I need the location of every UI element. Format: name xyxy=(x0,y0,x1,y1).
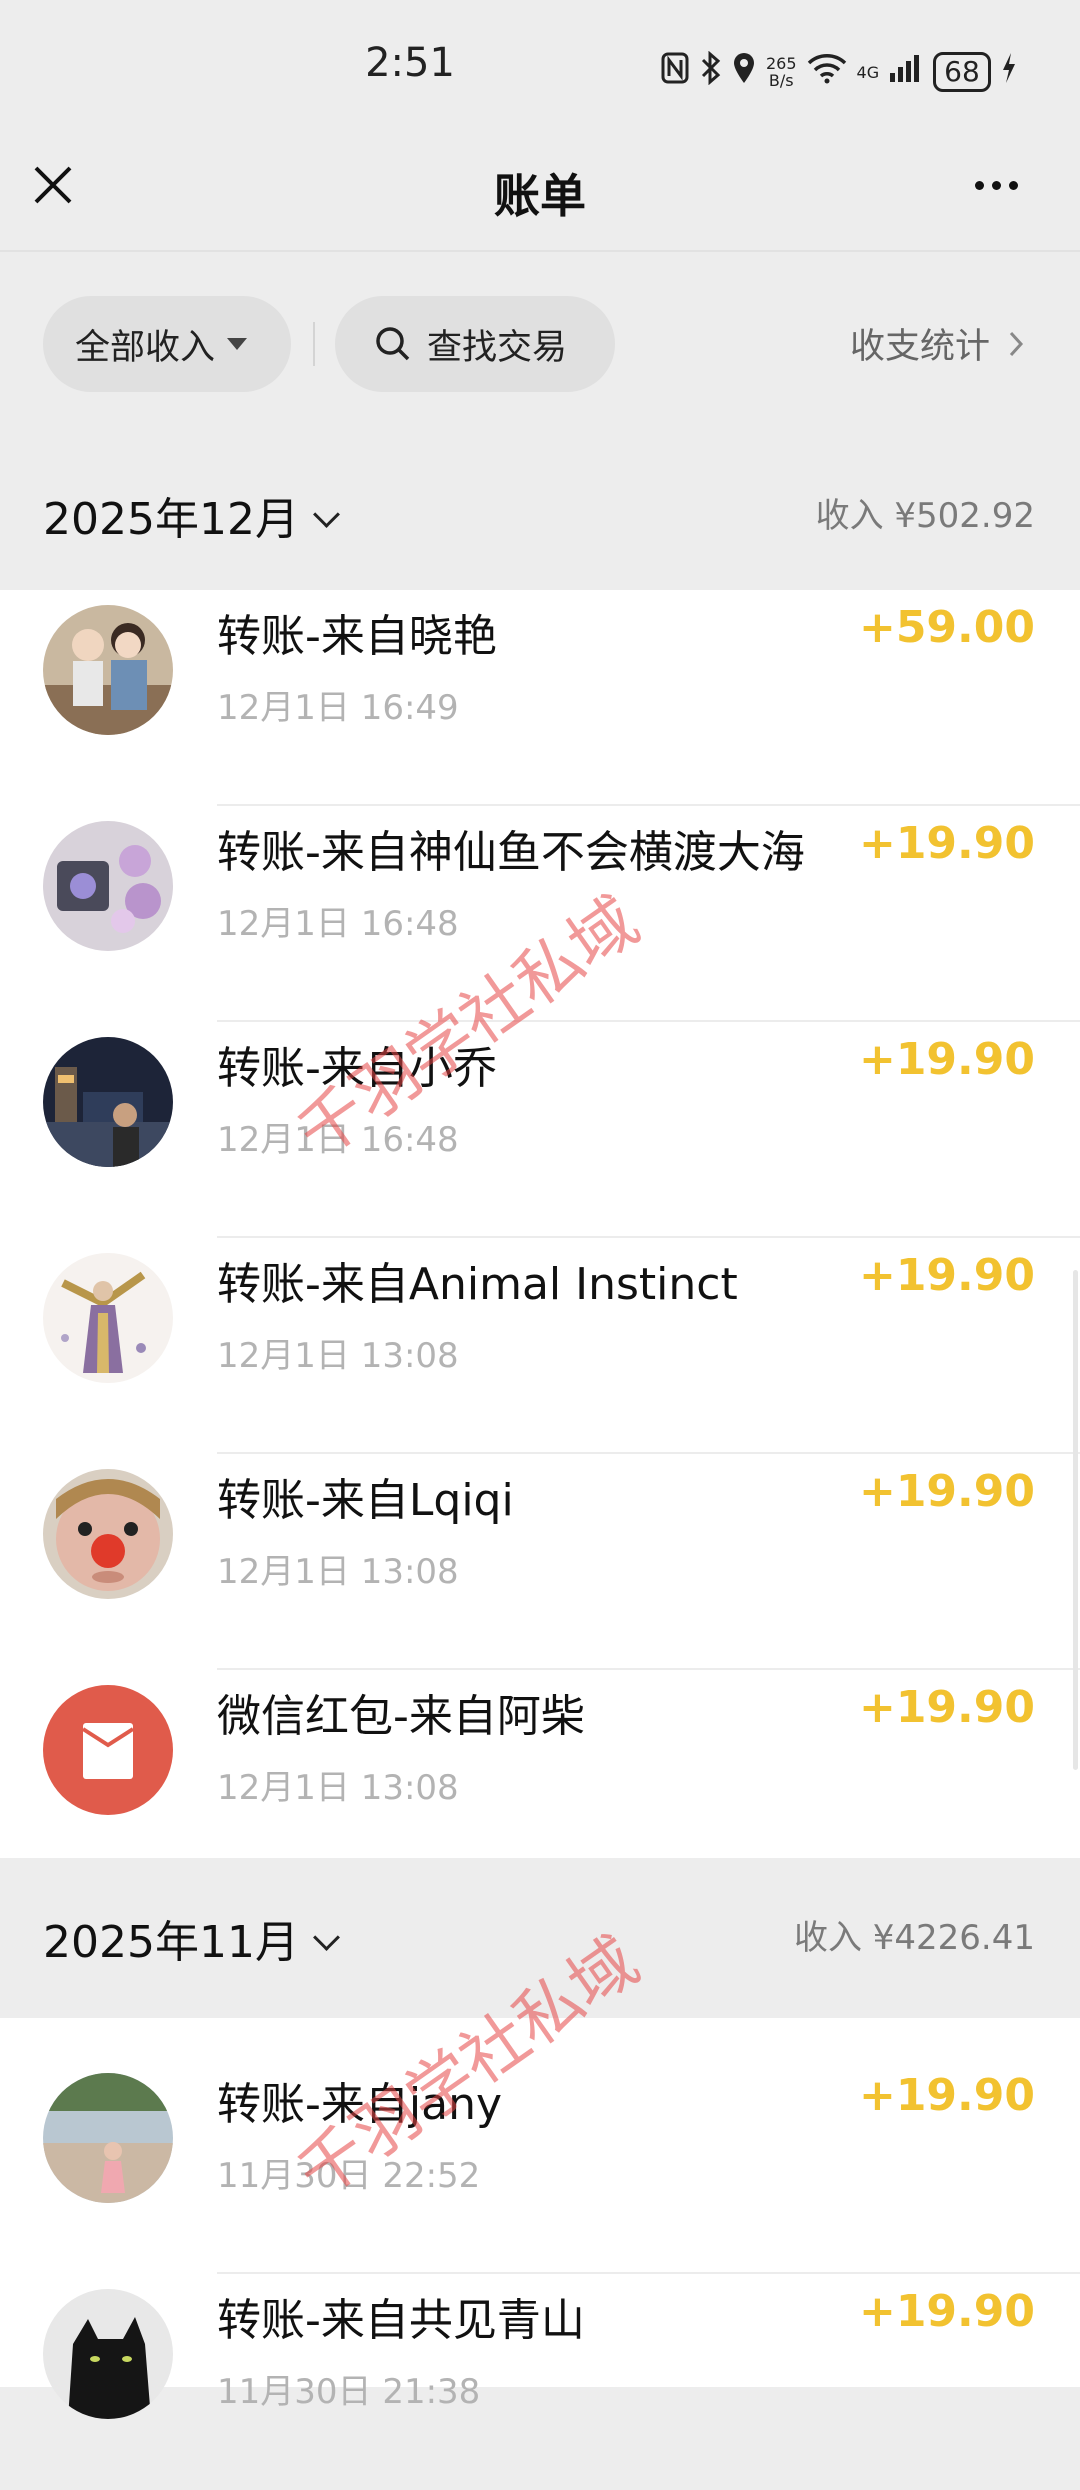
transaction-time: 12月1日 13:08 xyxy=(217,1768,459,1808)
month-title[interactable]: 2025年11月 xyxy=(43,1906,340,1970)
page-title: 账单 xyxy=(494,169,586,223)
transaction-row[interactable]: 转账-来自共见青山 11月30日 21:38 +19.90 xyxy=(0,2274,1080,2490)
transaction-amount: +19.90 xyxy=(858,1034,1035,1085)
caret-down-icon xyxy=(227,338,248,350)
avatar xyxy=(43,1037,173,1167)
transaction-row[interactable]: 转账-来自小乔 12月1日 16:48 +19.90 xyxy=(0,1022,1080,1238)
month-income: 收入 ¥502.92 xyxy=(815,496,1035,536)
transaction-time: 12月1日 16:48 xyxy=(217,904,459,944)
bluetooth-icon xyxy=(700,50,722,93)
transaction-time: 12月1日 13:08 xyxy=(217,1552,459,1592)
red-packet-avatar xyxy=(43,1685,173,1815)
transaction-row[interactable]: 转账-来自Lqiqi 12月1日 13:08 +19.90 xyxy=(0,1454,1080,1670)
search-icon xyxy=(376,327,410,361)
month-header-december[interactable]: 2025年12月 收入 ¥502.92 xyxy=(0,438,1080,590)
chevron-right-icon xyxy=(1010,331,1024,357)
transaction-amount: +19.90 xyxy=(858,1250,1035,1301)
transaction-title: 转账-来自Animal Instinct xyxy=(217,1259,738,1310)
month-income: 收入 ¥4226.41 xyxy=(793,1918,1035,1958)
transaction-list-november: 转账-来自jany 11月30日 22:52 +19.90 转账-来自共见青山 … xyxy=(0,2018,1080,2419)
search-transactions-button[interactable]: 查找交易 xyxy=(335,296,615,392)
transaction-row[interactable]: 转账-来自Animal Instinct 12月1日 13:08 +19.90 xyxy=(0,1238,1080,1454)
more-dot-icon xyxy=(975,180,984,190)
status-bar: 2:51 265 B/s 4G 68 xyxy=(0,0,1080,140)
avatar xyxy=(43,2289,173,2419)
stats-label: 收支统计 xyxy=(850,327,991,367)
transaction-title: 微信红包-来自阿柴 xyxy=(217,1691,585,1742)
network-type: 4G xyxy=(856,62,880,82)
transaction-row[interactable]: 微信红包-来自阿柴 12月1日 13:08 +19.90 xyxy=(0,1670,1080,1886)
battery-level: 68 xyxy=(933,52,991,92)
network-speed-unit: B/s xyxy=(768,71,794,90)
avatar xyxy=(43,1469,173,1599)
transaction-amount: +19.90 xyxy=(858,2070,1035,2121)
stats-link[interactable]: 收支统计 xyxy=(850,318,1025,369)
nfc-icon xyxy=(660,51,690,93)
month-title-text: 2025年12月 xyxy=(43,494,299,545)
transaction-amount: +59.00 xyxy=(858,602,1035,653)
header-divider xyxy=(0,250,1080,252)
transaction-time: 12月1日 16:49 xyxy=(217,688,459,728)
avatar xyxy=(43,605,173,735)
transaction-row[interactable]: 转账-来自晓艳 12月1日 16:49 +59.00 xyxy=(0,590,1080,806)
transaction-row[interactable]: 转账-来自jany 11月30日 22:52 +19.90 xyxy=(0,2058,1080,2274)
more-dot-icon xyxy=(992,180,1001,190)
avatar xyxy=(43,1253,173,1383)
more-options-button[interactable] xyxy=(975,170,1035,200)
avatar xyxy=(43,821,173,951)
transaction-amount: +19.90 xyxy=(858,1466,1035,1517)
transaction-title: 转账-来自Lqiqi xyxy=(217,1475,514,1526)
chevron-down-icon xyxy=(313,501,340,528)
income-filter-label: 全部收入 xyxy=(75,327,216,368)
transaction-amount: +19.90 xyxy=(858,1682,1035,1733)
wifi-icon xyxy=(807,52,847,92)
month-title[interactable]: 2025年12月 xyxy=(43,483,340,547)
transaction-amount: +19.90 xyxy=(858,818,1035,869)
status-icons: 265 B/s 4G 68 xyxy=(660,48,1017,96)
search-label: 查找交易 xyxy=(427,327,568,368)
transaction-amount: +19.90 xyxy=(858,2286,1035,2337)
transaction-time: 11月30日 21:38 xyxy=(217,2372,481,2412)
signal-icon xyxy=(889,53,923,91)
charging-icon xyxy=(1001,52,1017,92)
transaction-title: 转账-来自共见青山 xyxy=(217,2295,585,2346)
income-filter-dropdown[interactable]: 全部收入 xyxy=(43,296,291,392)
transaction-title: 转账-来自晓艳 xyxy=(217,611,497,662)
network-speed: 265 B/s xyxy=(766,55,797,89)
more-dot-icon xyxy=(1009,180,1018,190)
month-title-text: 2025年11月 xyxy=(43,1917,299,1968)
transaction-time: 12月1日 13:08 xyxy=(217,1336,459,1376)
transaction-list-december: 转账-来自晓艳 12月1日 16:49 +59.00 转账-来自神仙鱼不会横渡大… xyxy=(0,590,1080,1858)
transaction-title: 转账-来自神仙鱼不会横渡大海 xyxy=(217,827,805,878)
chevron-down-icon xyxy=(313,1924,340,1951)
red-packet-icon xyxy=(43,1685,173,1815)
location-icon xyxy=(732,51,756,93)
filter-divider xyxy=(313,322,315,366)
scrollbar[interactable] xyxy=(1073,1270,1078,1770)
network-speed-value: 265 xyxy=(766,54,797,73)
avatar xyxy=(43,2073,173,2203)
